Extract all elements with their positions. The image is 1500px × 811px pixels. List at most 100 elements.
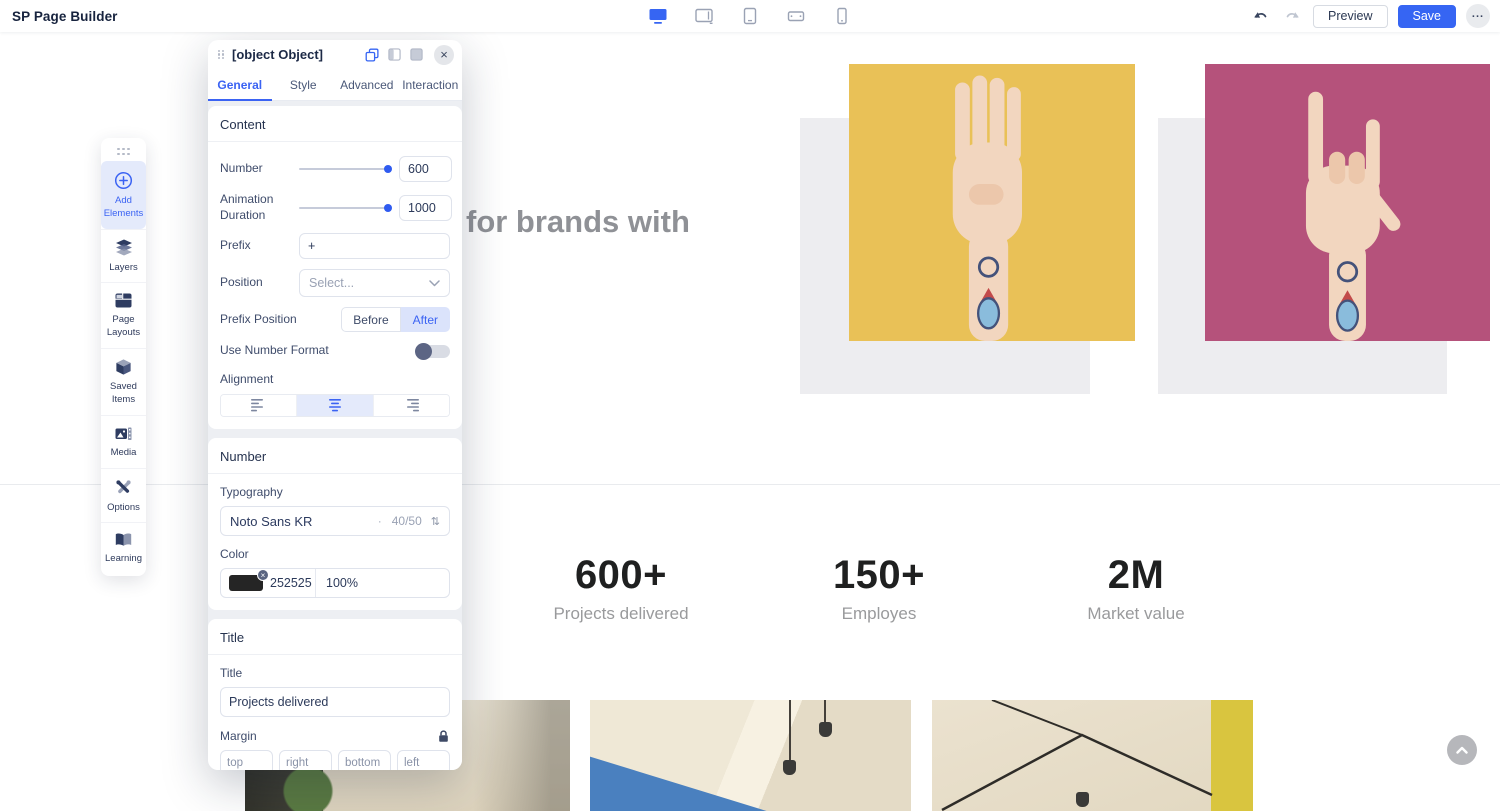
tab-general[interactable]: General [208, 69, 272, 100]
prefix-position-before-button[interactable]: Before [341, 307, 400, 332]
lock-icon[interactable] [437, 729, 450, 743]
number-typography-control[interactable]: Noto Sans KR · 40/50 ⇅ [220, 506, 450, 536]
scroll-to-top-button[interactable] [1447, 735, 1477, 765]
prefix-input[interactable] [299, 233, 450, 259]
hero-photo-hand-rock [1205, 64, 1490, 341]
duplicate-element-button[interactable] [364, 47, 380, 63]
margin-right-input[interactable] [279, 750, 332, 770]
plus-circle-icon [114, 171, 133, 190]
dock-panel-left-button[interactable] [386, 47, 402, 63]
builder-sidebar: Add Elements Layers Page Layouts Saved I… [101, 138, 146, 576]
slider-knob[interactable] [384, 204, 392, 212]
margin-label: Margin [220, 729, 257, 743]
gallery2-blue-wall [590, 733, 767, 811]
sidebar-item-learning[interactable]: Learning [101, 522, 146, 574]
redo-icon [1284, 9, 1301, 23]
font-size: 40/50 [392, 514, 422, 528]
tab-style[interactable]: Style [272, 69, 336, 100]
align-left-button[interactable] [221, 395, 296, 416]
gallery-photo-2 [590, 700, 911, 811]
panel-drag-handle-icon[interactable] [217, 49, 225, 60]
color-picker[interactable]: × 252525 [221, 569, 316, 597]
preview-button[interactable]: Preview [1313, 5, 1387, 28]
number-slider[interactable] [299, 162, 391, 176]
alignment-bar [220, 394, 450, 417]
margin-bottom-input[interactable] [338, 750, 391, 770]
topbar: SP Page Builder [0, 0, 1500, 32]
stat-market-value: 2M Market value [1026, 553, 1246, 624]
undo-button[interactable] [1249, 6, 1271, 26]
number-input[interactable] [399, 156, 452, 182]
tab-advanced[interactable]: Advanced [335, 69, 399, 100]
stat-value: 150+ [769, 553, 989, 598]
sidebar-item-media[interactable]: Media [101, 415, 146, 468]
redo-button[interactable] [1281, 6, 1303, 26]
align-center-icon [327, 399, 343, 412]
sidebar-item-layers[interactable]: Layers [101, 229, 146, 283]
color-label: Color [220, 547, 450, 561]
prefix-position-after-button[interactable]: After [401, 307, 450, 332]
stat-value: 600+ [511, 553, 731, 598]
sidebar-item-label: Options [107, 502, 140, 515]
panel-header-icons: × [364, 45, 454, 65]
device-tablet-button[interactable] [740, 7, 760, 25]
gallery2-pendant-lamp [783, 760, 796, 775]
device-laptop-button[interactable] [694, 7, 714, 25]
sidebar-drag-handle[interactable] [101, 143, 146, 161]
mobile-icon [832, 7, 852, 25]
position-select[interactable]: Select... [299, 269, 450, 297]
title-section: Title Title Margin Typography [208, 619, 462, 770]
section-header-content: Content [208, 106, 462, 142]
animation-duration-input[interactable] [399, 195, 452, 221]
device-desktop-button[interactable] [648, 7, 668, 25]
copy-icon [365, 48, 379, 62]
title-input[interactable] [220, 687, 450, 717]
sidebar-item-label: Layers [109, 262, 138, 275]
panel-tabs: General Style Advanced Interaction [208, 69, 462, 101]
sidebar-item-options[interactable]: Options [101, 468, 146, 523]
tools-icon [114, 478, 133, 497]
sidebar-item-saved-items[interactable]: Saved Items [101, 348, 146, 415]
hero-heading: for brands with [466, 204, 690, 240]
gallery-photo-3 [932, 700, 1253, 811]
margin-left-input[interactable] [397, 750, 450, 770]
align-right-button[interactable] [373, 395, 449, 416]
sidebar-item-add-elements[interactable]: Add Elements [101, 161, 146, 229]
number-format-label: Use Number Format [220, 343, 329, 359]
gallery3-cables [932, 700, 1253, 811]
align-center-button[interactable] [296, 395, 372, 416]
animation-duration-slider[interactable] [299, 201, 391, 215]
prefix-label: Prefix [220, 238, 299, 254]
prefix-position-row: Prefix Position Before After [220, 307, 450, 332]
animation-duration-row: Animation Duration [220, 192, 450, 223]
color-opacity-field[interactable]: 100% [316, 569, 449, 597]
dock-panel-right-button[interactable] [408, 47, 424, 63]
sidebar-item-page-layouts[interactable]: Page Layouts [101, 282, 146, 348]
device-mobile-button[interactable] [832, 7, 852, 25]
color-swatch[interactable]: × [229, 575, 263, 591]
tab-interaction[interactable]: Interaction [399, 69, 463, 100]
stat-projects: 600+ Projects delivered [511, 553, 731, 624]
clear-color-icon[interactable]: × [257, 569, 269, 581]
color-hex-value: 252525 [270, 576, 312, 590]
more-options-button[interactable]: ... [1466, 4, 1490, 28]
save-button[interactable]: Save [1398, 5, 1457, 28]
margin-top-input[interactable] [220, 750, 273, 770]
gallery2-pendant-lamp-2 [819, 722, 832, 737]
close-panel-button[interactable]: × [434, 45, 454, 65]
media-icon [114, 425, 133, 442]
sidebar-item-label: Page Layouts [103, 314, 144, 340]
slider-knob[interactable] [384, 165, 392, 173]
panel-header: [object Object] × [208, 40, 462, 69]
number-section: Number Typography Noto Sans KR · 40/50 ⇅… [208, 438, 462, 610]
gallery1-wall [473, 700, 571, 811]
number-format-toggle[interactable] [415, 342, 450, 360]
sidebar-item-label: Add Elements [103, 195, 144, 221]
undo-icon [1252, 9, 1269, 23]
device-mobile-landscape-button[interactable] [786, 7, 806, 25]
align-left-icon [251, 399, 267, 412]
hero-photo-hand-palm [849, 64, 1135, 341]
separator-dot: · [378, 514, 382, 528]
typography-label: Typography [220, 485, 450, 499]
prefix-row: Prefix [220, 233, 450, 259]
